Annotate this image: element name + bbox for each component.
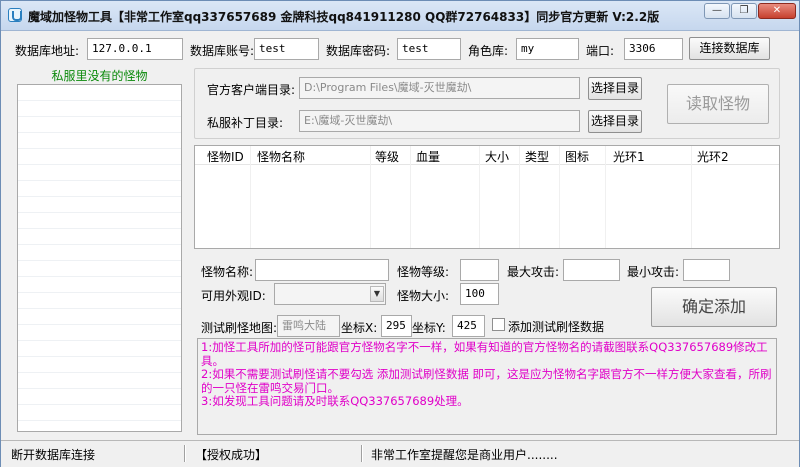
db-address-label: 数据库地址: [15,44,80,58]
column-header[interactable]: 等级 [375,148,399,165]
monster-table[interactable]: 怪物ID 怪物名称 等级 血量 大小 类型 图标 光环1 光环2 [194,145,780,249]
column-divider [691,146,692,248]
coord-y-label: 坐标Y: [412,321,446,335]
test-map-input[interactable]: 雷鸣大陆 [277,315,340,337]
monster-size-input[interactable]: 100 [460,283,499,305]
db-account-input[interactable]: test [254,38,319,60]
min-attack-label: 最小攻击: [627,265,680,279]
add-test-data-checkbox[interactable] [492,318,505,331]
db-address-input[interactable]: 127.0.0.1 [87,38,183,60]
confirm-add-button[interactable]: 确定添加 [651,287,777,327]
monster-level-input[interactable] [460,259,499,281]
role-db-input[interactable]: my [516,38,579,60]
column-divider [250,146,251,248]
max-attack-input[interactable] [563,259,620,281]
column-header[interactable]: 光环1 [613,148,645,165]
status-connection: 断开数据库连接 [11,448,96,462]
column-divider [605,146,606,248]
monster-name-label: 怪物名称: [201,265,254,279]
column-divider [410,146,411,248]
chevron-down-icon[interactable]: ▼ [370,286,384,302]
status-divider [361,445,363,462]
connect-db-button[interactable]: 连接数据库 [689,37,770,60]
column-header[interactable]: 图标 [565,148,589,165]
official-dir-label: 官方客户端目录: [207,83,296,97]
min-attack-input[interactable] [683,259,730,281]
read-monsters-button[interactable]: 读取怪物 [667,84,769,124]
note-line: 2:如果不需要测试刷怪请不要勾选 添加测试刷怪数据 即可，这是应为怪物名字跟官方… [201,367,772,395]
port-label: 端口: [586,44,615,58]
column-header[interactable]: 血量 [416,148,440,165]
monster-level-label: 怪物等级: [397,265,450,279]
column-header[interactable]: 类型 [525,148,549,165]
coord-x-input[interactable]: 295 [381,315,412,337]
close-button[interactable]: ✕ [758,3,796,19]
column-header[interactable]: 大小 [485,148,509,165]
column-header[interactable]: 光环2 [697,148,729,165]
monster-name-input[interactable] [255,259,389,281]
app-window: 魔域加怪物工具【非常工作室qq337657689 金牌科技qq841911280… [0,0,800,467]
patch-dir-input[interactable]: E:\魔域-灭世魔劫\ [299,110,580,132]
title-bar: 魔域加怪物工具【非常工作室qq337657689 金牌科技qq841911280… [1,1,799,31]
db-password-label: 数据库密码: [326,44,391,58]
select-patch-dir-button[interactable]: 选择目录 [588,110,642,133]
note-line: 1:加怪工具所加的怪可能跟官方怪物名字不一样，如果有知道的官方怪物名的请截图联系… [201,340,768,368]
column-divider [559,146,560,248]
select-official-dir-button[interactable]: 选择目录 [588,77,642,100]
note-line: 3:如发现工具问题请及时联系QQ337657689处理。 [201,394,469,408]
db-account-label: 数据库账号: [190,44,255,58]
minimize-button[interactable]: — [704,3,730,19]
coord-x-label: 坐标X: [341,321,378,335]
column-header[interactable]: 怪物名称 [257,148,305,165]
app-logo-icon [8,8,22,22]
patch-dir-label: 私服补丁目录: [207,116,284,130]
look-id-label: 可用外观ID: [201,289,266,303]
restore-button[interactable]: ❐ [731,3,757,19]
role-db-label: 角色库: [468,44,509,58]
port-input[interactable]: 3306 [624,38,683,60]
coord-y-input[interactable]: 425 [452,315,485,337]
window-title: 魔域加怪物工具【非常工作室qq337657689 金牌科技qq841911280… [28,10,660,24]
missing-monsters-list[interactable] [17,84,182,432]
column-divider [479,146,480,248]
max-attack-label: 最大攻击: [507,265,560,279]
notes-textarea[interactable]: 1:加怪工具所加的怪可能跟官方怪物名字不一样，如果有知道的官方怪物名的请截图联系… [197,338,777,435]
db-password-input[interactable]: test [397,38,461,60]
column-divider [519,146,520,248]
column-divider [370,146,371,248]
column-header[interactable]: 怪物ID [207,148,244,165]
status-message: 非常工作室提醒您是商业用户........ [371,448,558,462]
add-test-data-label[interactable]: 添加测试刷怪数据 [508,318,604,335]
official-dir-input[interactable]: D:\Program Files\魔域-灭世魔劫\ [299,77,580,99]
monster-size-label: 怪物大小: [397,289,450,303]
look-id-select[interactable]: ▼ [274,283,386,305]
status-license: 【授权成功】 [195,448,268,462]
test-map-label: 测试刷怪地图: [201,321,278,335]
status-divider [184,445,186,462]
status-bar: 断开数据库连接 【授权成功】 非常工作室提醒您是商业用户........ [1,440,799,467]
missing-monsters-title: 私服里没有的怪物 [51,69,148,83]
